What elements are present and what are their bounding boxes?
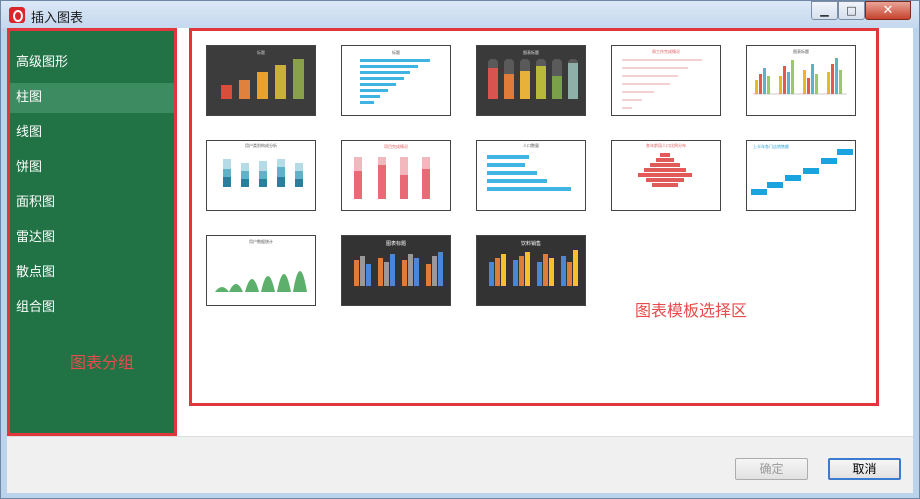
sidebar-item-advanced[interactable]: 高级图形 [10, 48, 174, 78]
thumb-title: 图表标题 [386, 240, 406, 247]
thumb-title: 项目完成情况 [384, 143, 408, 149]
thumb-title: 图表标题 [523, 49, 539, 55]
dialog-footer: 确定 取消 [7, 436, 913, 493]
template-thumb-pyramid[interactable]: 各年龄段人口比例分布 [611, 140, 721, 211]
sidebar-annotation: 图表分组 [70, 353, 135, 372]
minimize-button[interactable]: ▁ [811, 1, 838, 20]
thumb-title: 饮料销售 [521, 240, 541, 247]
thumb-preview: 周工作完成情况 [622, 48, 702, 109]
thumb-title: 人口数量 [523, 142, 539, 148]
sidebar-item-radar[interactable]: 雷达图 [10, 223, 174, 253]
sidebar-item-combo[interactable]: 组合图 [10, 293, 174, 323]
chart-template-area: 标题 标题 图表标题 周工作完成情况 图表标题 用户类别构成分析 项目完成情况 … [189, 28, 879, 406]
template-thumb-dark-capsules[interactable]: 图表标题 [476, 45, 586, 116]
sidebar-item-bar[interactable]: 柱图 [10, 83, 174, 113]
sidebar-item-line[interactable]: 线图 [10, 118, 174, 148]
template-thumb-dark-yellow-bars[interactable]: 饮料销售 [476, 235, 586, 306]
template-thumb-progress[interactable]: 周工作完成情况 [611, 45, 721, 116]
thumb-preview: 图表标题 [488, 49, 578, 99]
sidebar-item-scatter[interactable]: 散点图 [10, 258, 174, 288]
template-thumb-stacked-pink[interactable]: 项目完成情况 [341, 140, 451, 211]
thumb-title: 图表标题 [793, 48, 809, 54]
thumb-preview: 图表标题 [354, 240, 443, 286]
thumb-title: 周工作完成情况 [652, 48, 680, 54]
thumb-preview: 各年龄段人口比例分布 [638, 142, 692, 187]
thumb-title: 标题 [257, 49, 265, 55]
thumb-preview: 饮料销售 [489, 240, 578, 286]
thumb-title: 上半年各门店销售额 [753, 143, 789, 149]
thumb-title: 用户数据统计 [249, 238, 273, 244]
app-icon [9, 7, 25, 23]
template-thumb-multi-bars[interactable]: 图表标题 [746, 45, 856, 116]
thumb-title: 各年龄段人口比例分布 [646, 142, 686, 148]
template-thumb-stacked-teal[interactable]: 用户类别构成分析 [206, 140, 316, 211]
thumb-preview: 用户数据统计 [215, 238, 307, 292]
ok-button[interactable]: 确定 [735, 458, 808, 480]
cancel-button[interactable]: 取消 [828, 458, 901, 480]
sidebar-item-pie[interactable]: 饼图 [10, 153, 174, 183]
thumb-preview: 项目完成情况 [354, 143, 430, 199]
template-thumb-dark-bars[interactable]: 标题 [206, 45, 316, 116]
insert-chart-dialog: 插入图表 ▁ □ ✕ 高级图形 柱图 线图 饼图 面积图 雷达图 散点图 组合图… [0, 0, 920, 499]
thumb-preview: 人口数量 [487, 142, 571, 191]
maximize-button[interactable]: □ [838, 1, 865, 20]
template-area-annotation: 图表模板选择区 [635, 301, 748, 320]
thumb-preview: 图表标题 [753, 48, 847, 95]
chart-group-sidebar: 高级图形 柱图 线图 饼图 面积图 雷达图 散点图 组合图 图表分组 [7, 28, 177, 436]
thumb-preview: 标题 [360, 49, 430, 104]
thumb-preview: 用户类别构成分析 [223, 142, 303, 187]
template-thumb-green-peaks[interactable]: 用户数据统计 [206, 235, 316, 306]
thumb-preview: 上半年各门店销售额 [751, 143, 853, 195]
thumb-title: 标题 [392, 49, 400, 55]
template-thumb-dark-grid-bars[interactable]: 图表标题 [341, 235, 451, 306]
template-thumb-steps[interactable]: 上半年各门店销售额 [746, 140, 856, 211]
template-thumb-pictograph[interactable]: 人口数量 [476, 140, 586, 211]
thumb-preview: 标题 [221, 49, 304, 99]
title-bar[interactable]: 插入图表 ▁ □ ✕ [1, 1, 919, 28]
close-button[interactable]: ✕ [865, 1, 911, 20]
template-thumb-hbars[interactable]: 标题 [341, 45, 451, 116]
window-title: 插入图表 [31, 11, 84, 26]
thumb-title: 用户类别构成分析 [245, 142, 277, 148]
sidebar-item-area[interactable]: 面积图 [10, 188, 174, 218]
dialog-body: 高级图形 柱图 线图 饼图 面积图 雷达图 散点图 组合图 图表分组 标题 标题… [7, 28, 913, 493]
